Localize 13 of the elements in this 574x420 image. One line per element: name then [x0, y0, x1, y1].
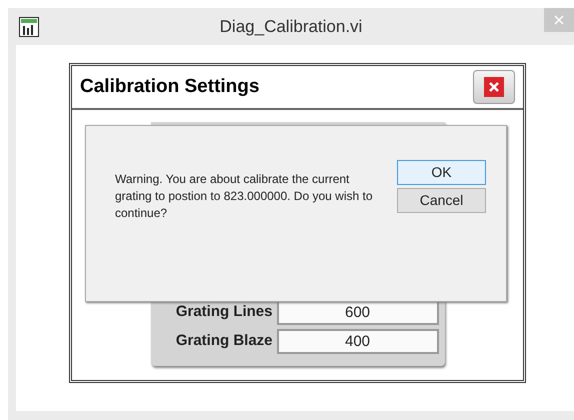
dialog-button[interactable]: Cancel [397, 188, 486, 213]
field-label: Grating Lines [174, 302, 272, 322]
close-icon [484, 77, 504, 97]
field-label: Grating Blaze [174, 331, 272, 352]
window-title: Diag_Calibration.vi [220, 16, 362, 38]
app-icon [19, 16, 39, 36]
numeric-field[interactable]: 600 [276, 300, 438, 325]
numeric-field[interactable]: 400 [276, 329, 438, 354]
close-button[interactable] [473, 70, 515, 104]
warning-message: Warning. You are about calibrate the current grating to postion to 823.000000. Do you wish to continue? [115, 171, 374, 222]
dialog-button[interactable]: OK [397, 160, 486, 185]
panel-title: Calibration Settings [80, 74, 260, 99]
close-icon [554, 15, 564, 25]
